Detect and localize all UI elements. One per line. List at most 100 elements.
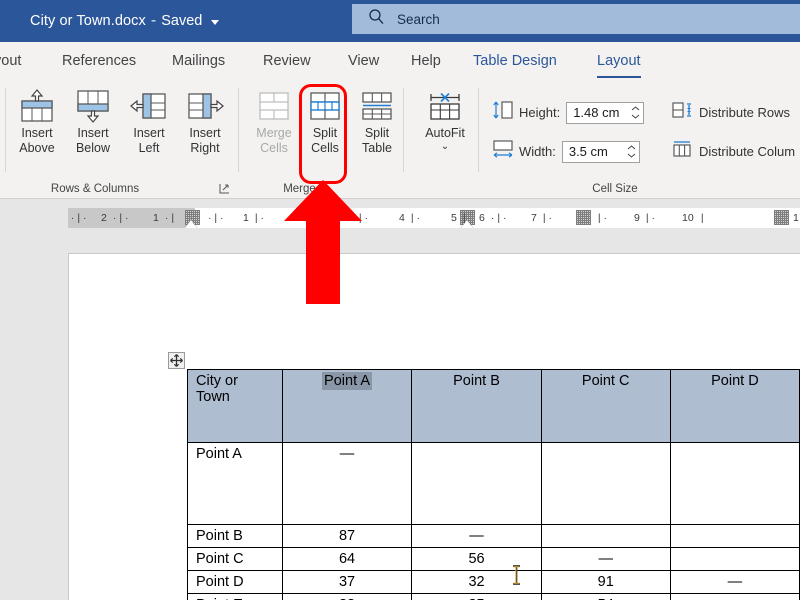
document-title: City or Town.docx [30,13,146,29]
chevron-down-icon[interactable]: ⌄ [441,141,449,153]
table-row[interactable]: Point E 88 85 54 [188,594,800,600]
cell-e-a[interactable]: 88 [282,594,412,600]
distribute-rows-button[interactable]: Distribute Rows [672,101,790,124]
spinner-down-icon [627,153,636,158]
row-label-point-b[interactable]: Point B [188,525,283,548]
ruler-label: 1 [243,212,249,224]
table-move-handle-icon[interactable] [168,352,185,369]
cell-width-input[interactable]: 3.5 cm [562,141,640,163]
ruler-ticks: · | · 2 · | · 1 · | · | · 1 | · 2 | · 3 … [68,208,800,228]
cell-width-control[interactable]: Width: 3.5 cm [492,139,640,164]
tab-table-design[interactable]: Table Design [473,42,557,80]
ruler-label: 5 [451,212,457,224]
distribute-rows-label: Distribute Rows [699,105,790,120]
search-icon [368,8,385,30]
split-table-button[interactable]: Split Table [350,86,404,170]
insert-above-button[interactable]: Insert Above [10,86,64,170]
distribute-rows-icon [672,101,692,124]
cell-a-d[interactable] [670,443,799,525]
cell-a-a[interactable]: — [282,443,412,525]
cell-e-c[interactable]: 54 [541,594,670,600]
merge-cells-icon [254,86,294,126]
group-label-rows-columns: Rows & Columns [20,183,170,195]
table-row[interactable]: Point B 87 — [188,525,800,548]
selected-cell-text: Point A [322,372,372,390]
cell-b-b[interactable]: — [412,525,541,548]
insert-below-icon [73,86,113,126]
red-up-arrow-annotation [283,180,363,310]
autofit-label: AutoFit [425,126,465,141]
cell-height-control[interactable]: Height: 1.48 cm [492,100,644,125]
tab-mailings[interactable]: Mailings [172,42,225,80]
tab-references[interactable]: References [62,42,136,80]
cell-b-d[interactable] [670,525,799,548]
spinner-arrows[interactable] [631,103,640,123]
split-table-label-line1: Split [365,126,389,141]
ruler-indent-marker[interactable] [461,220,473,228]
tab-layout[interactable]: Layout [597,42,641,80]
table-header-cell-point-c[interactable]: Point C [541,370,670,443]
autofit-button[interactable]: AutoFit ⌄ [418,86,472,178]
document-table[interactable]: City or Town Point A Point B Point C Poi… [187,369,800,600]
cell-width-label: Width: [519,144,556,159]
insert-below-button[interactable]: Insert Below [66,86,120,170]
tab-layout-clipped[interactable]: yout [0,42,21,80]
insert-right-label-line2: Right [190,141,219,156]
cell-c-c[interactable]: — [541,548,670,571]
row-label-point-e[interactable]: Point E [188,594,283,600]
cell-height-input[interactable]: 1.48 cm [566,102,644,124]
tab-review[interactable]: Review [263,42,311,80]
tab-help[interactable]: Help [411,42,441,80]
table-header-row: City or Town Point A Point B Point C Poi… [188,370,800,443]
cell-d-a[interactable]: 37 [282,571,412,594]
table-header-cell-point-a[interactable]: Point A [282,370,412,443]
insert-right-button[interactable]: Insert Right [178,86,232,170]
ruler-label: 6 [479,212,485,224]
split-table-label-line2: Table [362,141,392,156]
split-cells-button[interactable]: Split Cells [298,86,352,170]
cell-e-b[interactable]: 85 [412,594,541,600]
cell-width-value: 3.5 cm [569,144,608,159]
search-box[interactable]: Search [352,4,800,34]
table-header-cell-point-b[interactable]: Point B [412,370,541,443]
table-row[interactable]: Point A — [188,443,800,525]
insert-above-label-line1: Insert [21,126,52,141]
ribbon-tab-strip: yout References Mailings Review View Hel… [0,42,800,80]
table-row[interactable]: Point D 37 32 91 — [188,571,800,594]
table-row[interactable]: Point C 64 56 — [188,548,800,571]
insert-below-label-line1: Insert [77,126,108,141]
cell-height-label: Height: [519,105,560,120]
merge-cells-label-line2: Cells [260,141,288,156]
spinner-up-icon [627,145,636,150]
cell-d-c[interactable]: 91 [541,571,670,594]
tab-view[interactable]: View [348,42,379,80]
horizontal-ruler[interactable]: · | · 2 · | · 1 · | · | · 1 | · 2 | · 3 … [68,208,800,228]
cell-a-b[interactable] [412,443,541,525]
row-label-point-c[interactable]: Point C [188,548,283,571]
rows-columns-dialog-launcher[interactable] [219,182,231,194]
ruler-label: 4 [399,212,405,224]
cell-c-d[interactable] [670,548,799,571]
insert-left-button[interactable]: Insert Left [122,86,176,170]
group-label-cell-size: Cell Size [520,183,710,195]
ruler-indent-marker[interactable] [185,220,197,228]
cell-d-d[interactable]: — [670,571,799,594]
split-table-icon [357,86,397,126]
cell-e-d[interactable] [670,594,799,600]
spinner-arrows[interactable] [627,142,636,162]
row-label-point-a[interactable]: Point A [188,443,283,525]
chevron-down-icon[interactable] [211,20,219,25]
row-label-point-d[interactable]: Point D [188,571,283,594]
cell-b-a[interactable]: 87 [282,525,412,548]
table-header-cell-city[interactable]: City or Town [188,370,283,443]
save-state-label: Saved [161,13,202,29]
search-input[interactable]: Search [397,12,440,27]
cell-b-c[interactable] [541,525,670,548]
insert-left-label-line1: Insert [133,126,164,141]
table-header-cell-point-d[interactable]: Point D [670,370,799,443]
cell-a-c[interactable] [541,443,670,525]
cell-c-a[interactable]: 64 [282,548,412,571]
cell-height-value: 1.48 cm [573,105,619,120]
ruler-label: 2 [101,212,107,224]
distribute-columns-button[interactable]: Distribute Colum [672,140,795,163]
